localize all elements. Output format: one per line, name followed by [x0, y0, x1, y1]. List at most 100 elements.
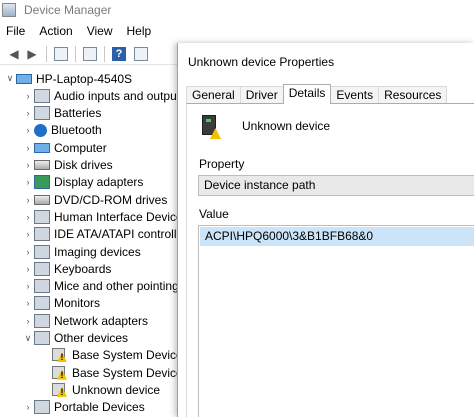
expand-chevron-icon[interactable]: ›	[22, 281, 34, 291]
category-item[interactable]: › Keyboards	[22, 260, 111, 277]
expand-chevron-icon[interactable]: ›	[22, 247, 34, 257]
update-icon[interactable]	[82, 46, 98, 62]
tab-events[interactable]: Events	[330, 86, 380, 104]
warning-device-icon	[52, 382, 68, 397]
tree-item-label: Computer	[54, 140, 107, 155]
tree-item-label: Imaging devices	[54, 244, 141, 259]
help-icon[interactable]: ?	[111, 46, 127, 62]
speaker-icon	[34, 88, 50, 103]
back-arrow-icon[interactable]: ◀	[6, 46, 22, 62]
expand-chevron-icon[interactable]: ›	[22, 316, 34, 326]
tree-root[interactable]: ∨ HP-Laptop-4540S	[4, 70, 132, 87]
unknown-device-icon	[34, 331, 50, 345]
camera-icon	[34, 244, 50, 259]
computer-icon	[16, 73, 32, 84]
category-item[interactable]: › Mice and other pointing	[22, 278, 179, 295]
portable-device-icon	[34, 400, 50, 415]
tree-item-label: Bluetooth	[51, 123, 102, 138]
value-list[interactable]: ACPI\HPQ6000\3&B1BFB68&0	[198, 225, 474, 417]
expand-chevron-icon[interactable]: ›	[22, 264, 34, 274]
category-item[interactable]: › DVD/CD-ROM drives	[22, 191, 168, 208]
category-item[interactable]: › Batteries	[22, 105, 101, 122]
property-dropdown[interactable]: Device instance path	[198, 175, 474, 196]
device-item[interactable]: Unknown device	[40, 381, 160, 398]
expand-chevron-icon[interactable]: ›	[22, 229, 34, 239]
warning-device-icon	[52, 365, 68, 380]
toolbar-separator	[46, 45, 47, 62]
category-item[interactable]: › Bluetooth	[22, 122, 102, 139]
monitor-icon	[34, 296, 50, 311]
tree-item-label: Network adapters	[54, 313, 149, 328]
category-item[interactable]: › Human Interface Device	[22, 208, 183, 225]
tree-item-label: Other devices	[54, 331, 129, 345]
tree-item-label: Unknown device	[72, 382, 161, 397]
menu-bar: File Action View Help	[0, 21, 158, 41]
category-item[interactable]: › Imaging devices	[22, 243, 141, 260]
device-manager-icon	[2, 3, 16, 17]
unknown-device-icon	[198, 112, 222, 140]
expand-chevron-icon[interactable]: ›	[22, 177, 34, 187]
scan-icon[interactable]	[133, 46, 149, 62]
properties-dialog: Unknown device Properties General Driver…	[177, 43, 474, 417]
menu-help[interactable]: Help	[120, 21, 159, 41]
property-label: Property	[199, 157, 245, 171]
disk-icon	[34, 160, 50, 170]
category-item[interactable]: ∨ Other devices	[22, 330, 128, 347]
tree-item-label: Batteries	[54, 106, 102, 121]
forward-arrow-icon[interactable]: ▶	[24, 46, 40, 62]
menu-file[interactable]: File	[0, 21, 32, 41]
properties-icon[interactable]	[53, 46, 69, 62]
expand-chevron-icon[interactable]: ›	[22, 402, 34, 412]
title-bar: Device Manager	[0, 0, 474, 20]
value-label: Value	[199, 207, 229, 221]
bluetooth-icon	[34, 123, 47, 137]
tree-item-label: HP-Laptop-4540S	[36, 71, 133, 86]
tree-item-label: Portable Devices	[54, 400, 145, 415]
expand-chevron-icon[interactable]: ›	[22, 91, 34, 101]
device-item[interactable]: Base System Device	[40, 347, 183, 364]
expand-chevron-icon[interactable]: ›	[22, 125, 34, 135]
expand-chevron-icon[interactable]: ›	[22, 143, 34, 153]
battery-icon	[34, 106, 50, 121]
menu-view[interactable]: View	[80, 21, 120, 41]
collapse-chevron-icon[interactable]: ∨	[4, 73, 16, 84]
tab-resources[interactable]: Resources	[378, 86, 448, 104]
tab-driver[interactable]: Driver	[239, 86, 284, 104]
tree-item-label: Display adapters	[54, 175, 144, 190]
category-item[interactable]: › Audio inputs and outpu	[22, 87, 177, 104]
dialog-title: Unknown device Properties	[188, 55, 335, 69]
device-item[interactable]: Base System Device	[40, 364, 183, 381]
category-item[interactable]: › IDE ATA/ATAPI controlle	[22, 226, 183, 243]
toolbar-separator	[104, 45, 105, 62]
tree-item-label: Disk drives	[54, 158, 113, 172]
category-item[interactable]: › Computer	[22, 139, 107, 156]
computer-icon	[34, 142, 50, 153]
category-item[interactable]: › Monitors	[22, 295, 100, 312]
tab-bar: General Driver Details Events Resources	[186, 84, 448, 104]
expand-chevron-icon[interactable]: ›	[22, 108, 34, 118]
tab-details[interactable]: Details	[282, 84, 332, 104]
ide-icon	[34, 227, 50, 242]
menu-action[interactable]: Action	[32, 21, 79, 41]
tree-item-label: Mice and other pointing	[54, 279, 179, 294]
category-item[interactable]: › Disk drives	[22, 157, 113, 174]
device-name: Unknown device	[242, 119, 331, 133]
tab-general[interactable]: General	[186, 86, 241, 104]
dvd-icon	[34, 194, 50, 205]
value-item[interactable]: ACPI\HPQ6000\3&B1BFB68&0	[200, 227, 474, 246]
category-item[interactable]: › Network adapters	[22, 312, 148, 329]
expand-chevron-icon[interactable]: ›	[22, 160, 34, 170]
category-item[interactable]: › Portable Devices	[22, 399, 145, 416]
expand-chevron-icon[interactable]: ›	[22, 298, 34, 308]
tree-item-label: Audio inputs and outpu	[54, 88, 177, 103]
display-adapter-icon	[34, 175, 50, 190]
keyboard-icon	[34, 261, 50, 276]
expand-chevron-icon[interactable]: ›	[22, 195, 34, 205]
tree-item-label: Monitors	[54, 296, 101, 311]
toolbar-separator	[75, 45, 76, 62]
window-title: Device Manager	[24, 3, 112, 17]
expand-chevron-icon[interactable]: ›	[22, 212, 34, 222]
category-item[interactable]: › Display adapters	[22, 174, 143, 191]
collapse-chevron-icon[interactable]: ∨	[22, 333, 34, 344]
tree-item-label: DVD/CD-ROM drives	[54, 192, 168, 207]
